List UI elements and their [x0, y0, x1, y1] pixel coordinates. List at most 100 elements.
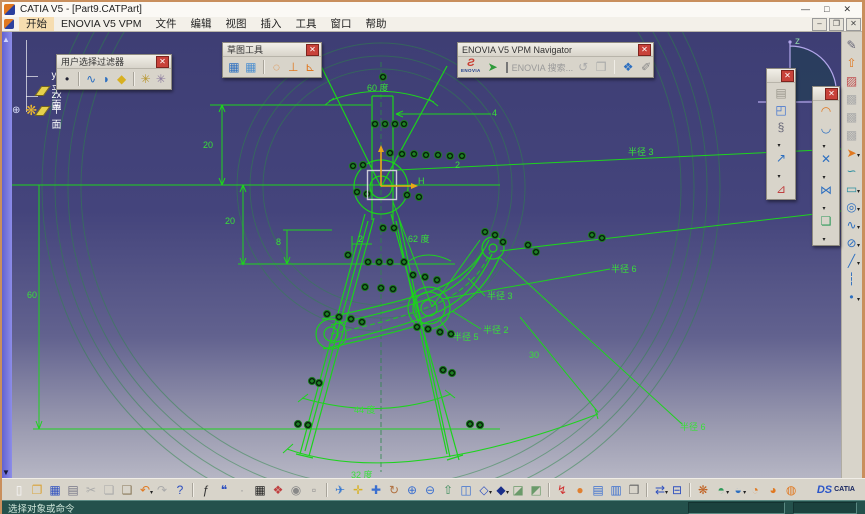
mirror-dropdown-icon[interactable]: ▾: [822, 205, 825, 212]
set-as-current-icon[interactable]: ➤: [484, 59, 502, 75]
sketch-label[interactable]: 20: [203, 140, 213, 150]
status-field-1[interactable]: [688, 502, 785, 514]
mdi-control-1[interactable]: ❐: [829, 18, 844, 31]
comment-icon[interactable]: ❝: [215, 482, 233, 498]
sketch-label[interactable]: 8: [276, 237, 281, 247]
quick-trim-icon[interactable]: ✕: [817, 151, 835, 167]
dimensional-constraints-icon[interactable]: ⊾: [302, 59, 318, 75]
tree-scrollbar[interactable]: ▲ ▼: [0, 32, 12, 480]
measure-item-icon[interactable]: ⊟: [668, 482, 686, 498]
menu-item-8[interactable]: 帮助: [359, 17, 394, 31]
exit-workbench-icon[interactable]: ✎: [842, 37, 861, 53]
copy-icon[interactable]: ❏: [100, 482, 118, 498]
menu-item-6[interactable]: 工具: [289, 17, 324, 31]
sketch-label[interactable]: 30: [529, 350, 539, 360]
sketch-label[interactable]: H: [418, 176, 425, 186]
point-dropdown-icon[interactable]: ▾: [857, 297, 860, 303]
close-icon[interactable]: ✕: [156, 56, 169, 68]
catalog-b-icon[interactable]: ▥: [607, 482, 625, 498]
construction-element-icon[interactable]: ◌: [269, 59, 285, 75]
lightning-icon[interactable]: ↯: [553, 482, 571, 498]
mirror-icon[interactable]: ⋈: [817, 182, 835, 198]
tree-item-zx-plane[interactable]: zx 平面: [38, 90, 68, 131]
new-icon[interactable]: ▯: [10, 482, 28, 498]
sketch-label[interactable]: 半径 5: [453, 331, 479, 342]
project-3d-elements-dropdown-icon[interactable]: ▾: [822, 236, 825, 243]
mini-icon[interactable]: ·: [233, 482, 251, 498]
close-icon[interactable]: ✕: [825, 88, 838, 100]
catalog-a-icon[interactable]: ▤: [589, 482, 607, 498]
volume-filter-icon[interactable]: ◆: [115, 71, 129, 87]
sketch-label[interactable]: 半径 3: [628, 146, 654, 157]
small-window-icon[interactable]: ▫: [305, 482, 323, 498]
sketch-label[interactable]: 60: [27, 290, 37, 300]
scroll-down-icon[interactable]: ▼: [2, 468, 10, 477]
open-icon[interactable]: ❐: [28, 482, 46, 498]
zoom-in-icon[interactable]: ⊕: [403, 482, 421, 498]
paperclip-dropdown-icon[interactable]: ▾: [777, 142, 780, 149]
menu-item-3[interactable]: 编辑: [184, 17, 219, 31]
pad-icon[interactable]: ◰: [772, 102, 790, 118]
clean-icon[interactable]: ✐: [637, 59, 655, 75]
sketch-label[interactable]: 62 度: [408, 233, 430, 244]
surface-filter-icon[interactable]: ◗: [99, 71, 113, 87]
catalog-disabled-1-icon[interactable]: ▩: [842, 91, 861, 107]
sketch-label[interactable]: 60 度: [367, 82, 389, 93]
sketch-solving-icon[interactable]: ↗: [772, 150, 790, 166]
menu-item-1[interactable]: ENOVIA V5 VPM: [54, 17, 149, 31]
sketch-label[interactable]: z: [795, 36, 800, 47]
dimension-labels[interactable]: 60 度42半径 3H20208262 度半径 6半径 3半径 2半径 5306…: [27, 82, 706, 480]
sketch-label[interactable]: 4: [492, 108, 497, 118]
rectangle-dropdown-icon[interactable]: ▾: [857, 189, 860, 195]
grid-icon[interactable]: ▦: [226, 59, 242, 75]
circle-dropdown-icon[interactable]: ▾: [857, 207, 860, 213]
up-arrow-icon[interactable]: ⇧: [842, 55, 861, 71]
menu-item-4[interactable]: 视图: [219, 17, 254, 31]
feature-filter-icon[interactable]: ✳: [139, 71, 153, 87]
arc-dropdown-icon[interactable]: ▾: [822, 143, 825, 150]
refresh-disabled-icon[interactable]: ↺: [574, 59, 592, 75]
curve-filter-icon[interactable]: ∿: [84, 71, 98, 87]
point-filter-icon[interactable]: •: [60, 71, 74, 87]
design-table-icon[interactable]: ▦: [251, 482, 269, 498]
swap-visible-icon[interactable]: ◩: [527, 482, 545, 498]
print-icon[interactable]: ▤: [64, 482, 82, 498]
corner-icon[interactable]: ◠: [817, 103, 835, 119]
window-disabled-icon[interactable]: ❒: [592, 59, 610, 75]
close-icon[interactable]: ✕: [638, 44, 651, 56]
sketch-label[interactable]: 半径 2: [483, 324, 509, 335]
graphic-sheet-icon[interactable]: ▤: [772, 85, 790, 101]
status-field-2[interactable]: [793, 502, 857, 514]
save-icon[interactable]: ▦: [46, 482, 64, 498]
close-icon[interactable]: ✕: [781, 70, 794, 82]
menu-item-2[interactable]: 文件: [149, 17, 184, 31]
menu-item-7[interactable]: 窗口: [324, 17, 359, 31]
sketch-label[interactable]: 2: [455, 160, 460, 170]
normal-view-icon[interactable]: ⇧: [439, 482, 457, 498]
catalog-disabled-3-icon[interactable]: ▩: [842, 127, 861, 143]
tree-item-part-body[interactable]: ⊕ ❋: [12, 104, 37, 116]
image-capture-icon[interactable]: ▨: [842, 73, 861, 89]
sketch-canvas[interactable]: 60 度42半径 3H20208262 度半径 6半径 3半径 2半径 5306…: [12, 32, 841, 480]
project-3d-elements-icon[interactable]: ❏: [817, 213, 835, 229]
axis-icon[interactable]: ┆: [842, 271, 861, 287]
impact-graph-icon[interactable]: ❖: [619, 59, 637, 75]
close-button[interactable]: ✕: [843, 4, 851, 15]
scroll-up-icon[interactable]: ▲: [2, 35, 10, 44]
sketch-solving-dropdown-icon[interactable]: ▾: [777, 173, 780, 180]
auto-constraint-icon[interactable]: ⊿: [772, 181, 790, 197]
sketch-label[interactable]: 44 度: [354, 404, 376, 415]
whats-this-icon[interactable]: ?: [171, 482, 189, 498]
hide-show-icon[interactable]: ◪: [509, 482, 527, 498]
fit-all-icon[interactable]: ✛: [349, 482, 367, 498]
fly-icon[interactable]: ✈: [331, 482, 349, 498]
catalog-disabled-2-icon[interactable]: ▩: [842, 109, 861, 125]
line-dropdown-icon[interactable]: ▾: [857, 261, 860, 267]
cut-icon[interactable]: ✂: [82, 482, 100, 498]
constraint-symbols[interactable]: [294, 73, 605, 428]
expand-icon[interactable]: ⊕: [12, 105, 20, 116]
enovia-search-checkbox[interactable]: [506, 62, 508, 73]
ellipse-dropdown-icon[interactable]: ▾: [857, 243, 860, 249]
multi-sections-icon[interactable]: ◍: [782, 482, 800, 498]
paperclip-icon[interactable]: §: [772, 119, 790, 135]
